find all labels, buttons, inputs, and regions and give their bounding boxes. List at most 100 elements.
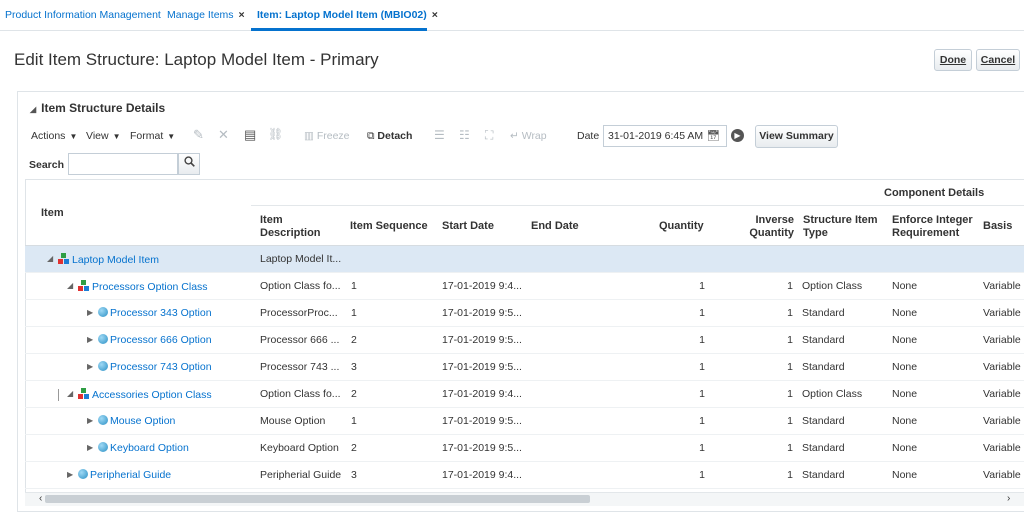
column-header-quantity[interactable]: Quantity [659,220,704,233]
expand-icon[interactable]: ▶ [87,308,93,317]
expand-icon[interactable]: ▶ [67,470,73,479]
view-summary-button[interactable]: View Summary [755,125,838,148]
table-row[interactable]: ◢ Laptop Model Item Laptop Model It... [25,246,1024,273]
scroll-left-icon[interactable]: ‹ [39,493,42,504]
tab-manage-items[interactable]: Manage Items × [167,9,245,21]
tree-guide-line [58,389,59,401]
expand-icon[interactable]: ▶ [87,335,93,344]
search-input[interactable] [68,153,178,175]
column-header-structure-item-type[interactable]: Structure Item Type [803,214,883,240]
item-description-cell: Option Class fo... [260,388,341,400]
column-header-inverse-quantity[interactable]: Inverse Quantity [744,214,794,240]
start-date-cell: 17-01-2019 9:4... [442,388,522,400]
column-header-item-description[interactable]: Item Description [260,214,340,240]
actions-menu[interactable]: Actions ▼ [31,130,77,142]
go-arrow-icon[interactable]: ▶ [731,129,744,142]
item-sequence-cell: 2 [351,334,357,346]
detach-button[interactable]: ⧉ Detach [367,130,412,143]
focus-icon[interactable]: ⛶ [485,128,493,143]
table-row[interactable]: ▶ Processor 343 Option ProcessorProc... 1 17… [25,300,1024,327]
expand-icon[interactable]: ▶ [87,416,93,425]
collapse-icon[interactable]: ◢ [30,105,36,114]
done-button[interactable]: Done [934,49,972,71]
structure-icon [78,280,90,291]
start-date-cell: 17-01-2019 9:5... [442,361,522,373]
cancel-button[interactable]: Cancel [976,49,1020,71]
add-row-icon[interactable]: ▤ [244,127,256,143]
table-row[interactable]: ◢ Processors Option Class Option Class fo.… [25,273,1024,300]
column-header-start-date[interactable]: Start Date [442,220,494,233]
view-menu[interactable]: View ▼ [86,130,121,142]
collapse-all-icon[interactable]: ☰ [434,128,445,142]
column-header-end-date[interactable]: End Date [531,220,579,233]
table-row[interactable]: ▶ Processor 666 Option Processor 666 ... 2 1… [25,327,1024,354]
item-link[interactable]: Processor 666 Option [110,334,212,346]
edit-icon[interactable]: ✎ [193,127,204,143]
table-row[interactable]: ▶ Keyboard Option Keyboard Option 2 17-01-20… [25,435,1024,462]
table-row[interactable]: ▶ Peripherial Guide Peripherial Guide 3 17-0… [25,462,1024,489]
item-link[interactable]: Mouse Option [110,415,175,427]
delete-icon[interactable]: ✕ [218,127,229,143]
expand-icon[interactable]: ▶ [87,362,93,371]
item-link[interactable]: Peripherial Guide [90,469,171,481]
inverse-quantity-cell: 1 [787,280,793,292]
item-link[interactable]: Laptop Model Item [72,254,159,266]
item-sequence-cell: 3 [351,361,357,373]
search-button[interactable] [178,153,200,175]
basis-cell: Variable [983,361,1021,373]
section-header[interactable]: ◢ Item Structure Details [30,101,165,115]
format-menu[interactable]: Format ▼ [130,130,175,142]
scrollbar-thumb[interactable] [45,495,590,503]
search-icon [183,156,195,167]
structure-item-type-cell: Option Class [802,388,863,400]
collapse-icon[interactable]: ◢ [67,389,73,398]
item-sequence-cell: 1 [351,280,357,292]
expand-all-icon[interactable]: ☷ [459,128,470,142]
column-header-enforce-integer[interactable]: Enforce Integer Requirement [892,214,980,240]
table-row[interactable]: ▶ Mouse Option Mouse Option 1 17-01-2019 9:5… [25,408,1024,435]
item-cell: Accessories Option Class [78,388,212,401]
item-icon [98,361,108,371]
structure-icon [58,253,70,264]
scroll-right-icon[interactable]: › [1007,493,1010,504]
item-link[interactable]: Processor 743 Option [110,361,212,373]
wrap-icon: ↵ [510,130,522,142]
link-icon[interactable]: ⛓ [268,127,283,141]
basis-cell: Variable [983,388,1021,400]
collapse-icon[interactable]: ◢ [67,281,73,290]
item-link[interactable]: Accessories Option Class [92,389,212,401]
date-field[interactable]: 31-01-2019 6:45 AM 📅︎ [603,125,727,147]
item-link[interactable]: Processor 343 Option [110,307,212,319]
item-sequence-cell: 1 [351,415,357,427]
enforce-integer-cell: None [892,469,918,481]
basis-cell: Variable [983,280,1021,292]
table-row[interactable]: ◢ Accessories Option Class Option Class fo… [25,381,1024,408]
column-header-basis[interactable]: Basis [983,220,1012,233]
column-header-item[interactable]: Item [41,207,64,220]
chevron-down-icon: ▼ [167,132,176,141]
item-cell: Mouse Option [98,415,175,427]
active-tab-indicator [251,28,427,31]
tab-product-information-management[interactable]: Product Information Management [5,9,161,21]
column-header-item-sequence[interactable]: Item Sequence [350,220,428,233]
tab-item-laptop-model[interactable]: Item: Laptop Model Item (MBIO02) × [257,9,438,21]
close-icon[interactable]: × [239,9,245,21]
close-icon[interactable]: × [432,9,438,21]
column-group-component-details: Component Details [884,187,985,199]
start-date-cell: 17-01-2019 9:5... [442,442,522,454]
wrap-button[interactable]: ↵ Wrap [510,130,547,142]
section-title: Item Structure Details [41,101,166,115]
item-link[interactable]: Processors Option Class [92,281,208,293]
freeze-button[interactable]: ▥ Freeze [304,130,350,142]
collapse-icon[interactable]: ◢ [47,254,53,263]
quantity-cell: 1 [699,307,705,319]
item-cell: Processors Option Class [78,280,208,293]
expand-icon[interactable]: ▶ [87,443,93,452]
structure-item-type-cell: Standard [802,415,845,427]
calendar-icon[interactable]: 📅︎ [707,129,720,142]
table-row[interactable]: ▶ Processor 743 Option Processor 743 ... 3 1… [25,354,1024,381]
start-date-cell: 17-01-2019 9:4... [442,280,522,292]
item-link[interactable]: Keyboard Option [110,442,189,454]
item-cell: Processor 343 Option [98,307,212,319]
item-icon [78,469,88,479]
